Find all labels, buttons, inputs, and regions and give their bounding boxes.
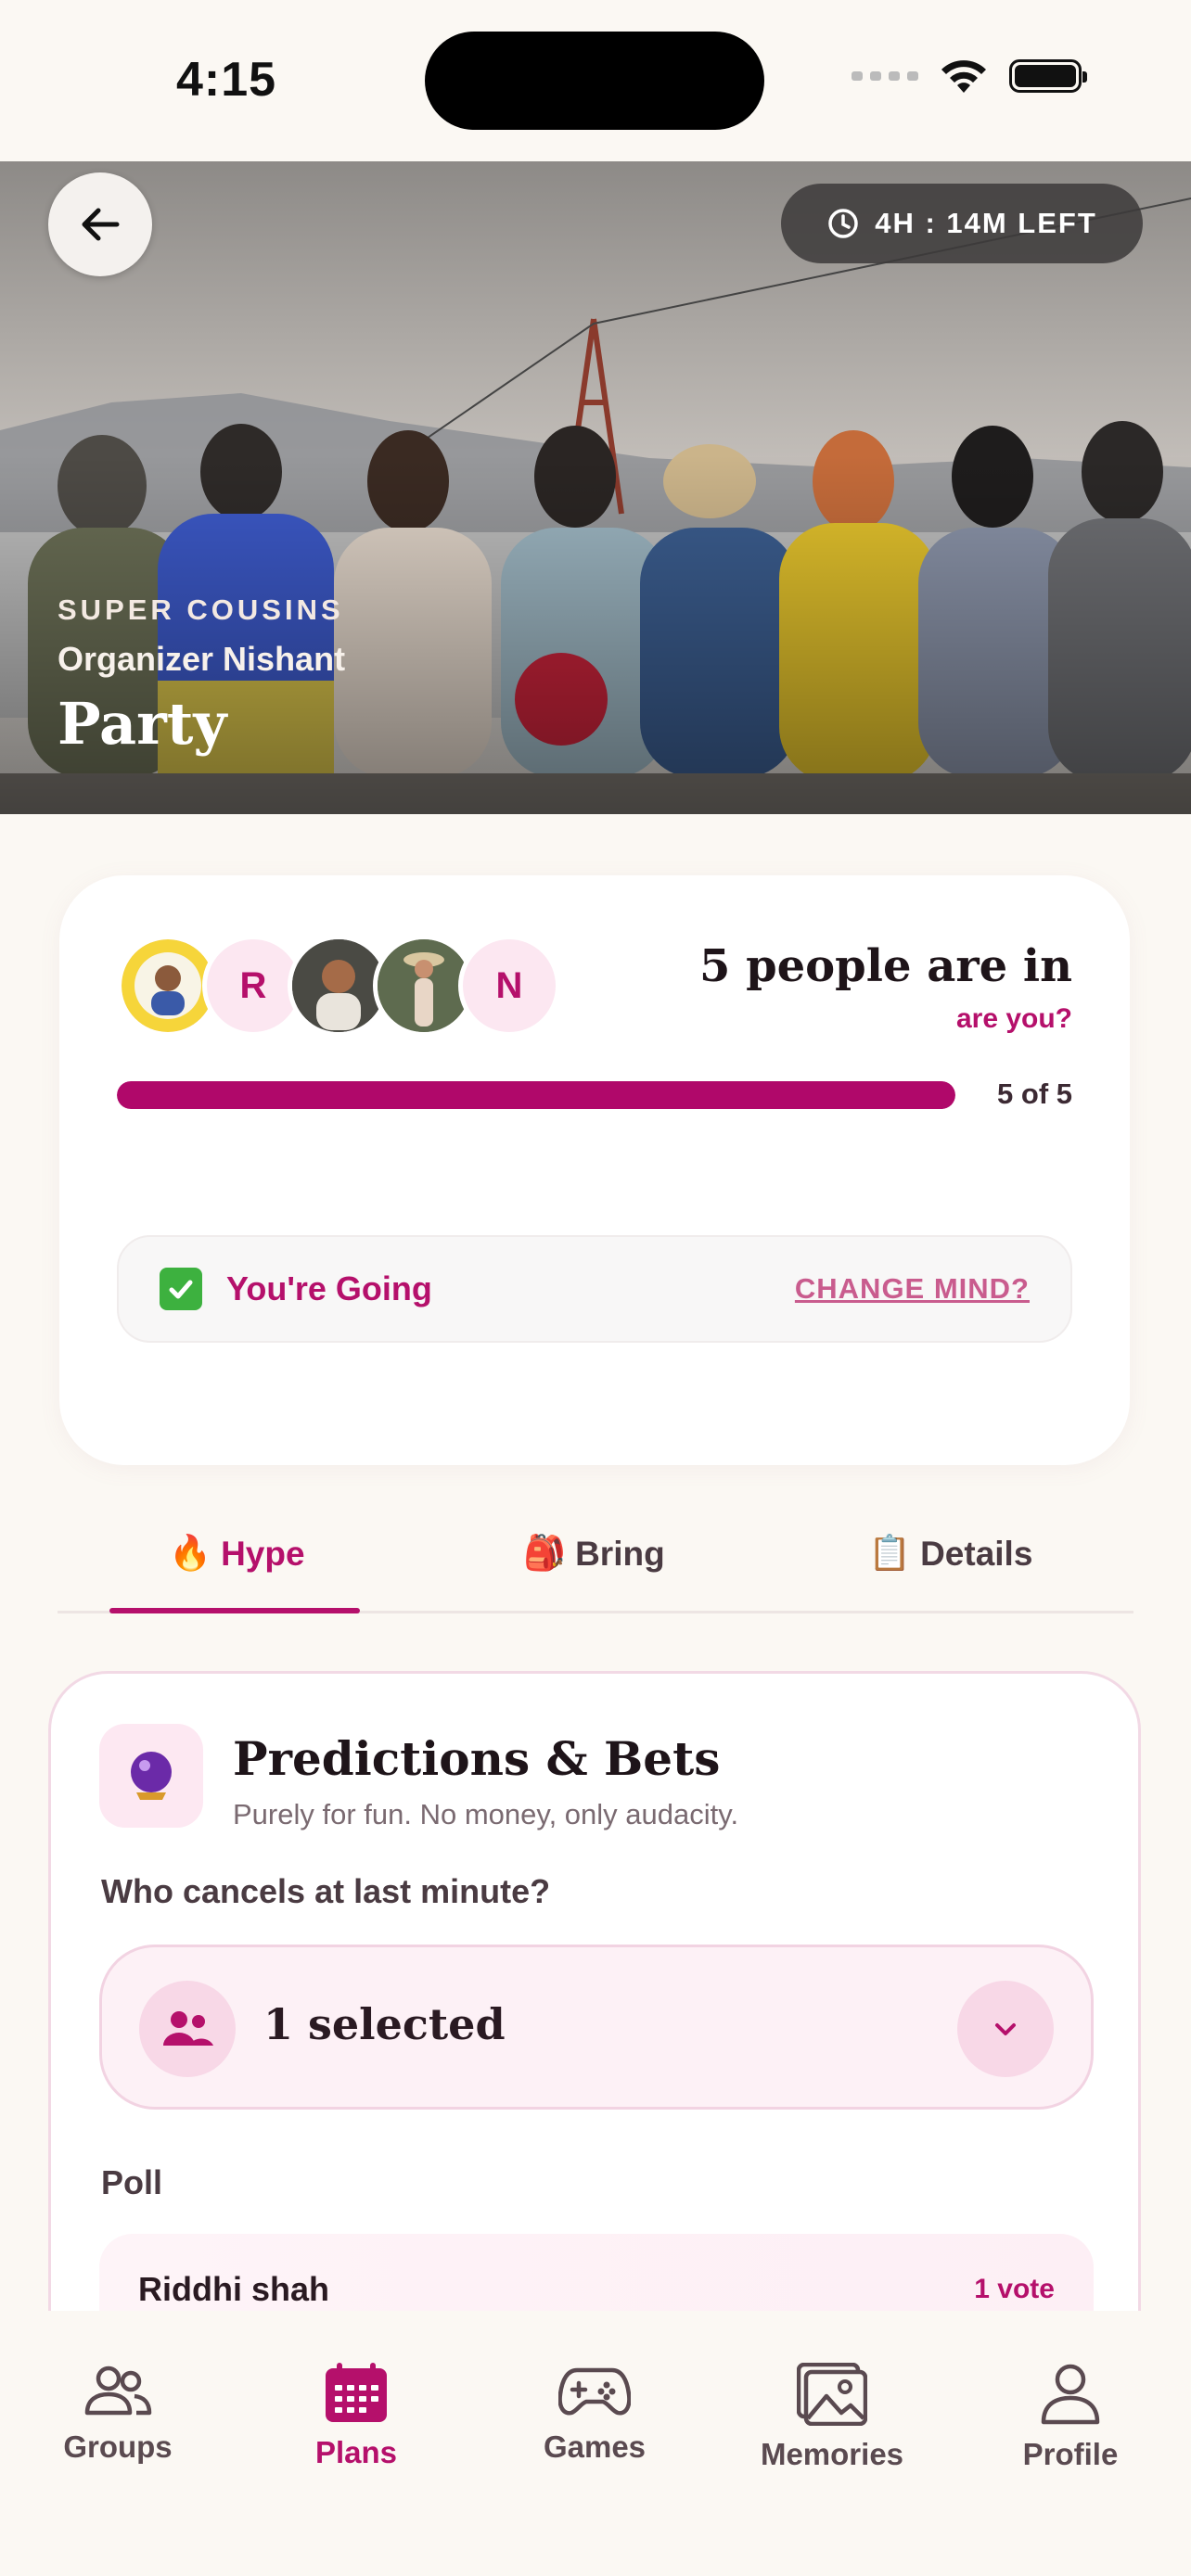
going-status: You're Going CHANGE MIND? [117, 1235, 1072, 1343]
hero-info: SUPER COUSINS Organizer Nishant Party [58, 593, 345, 758]
back-button[interactable] [48, 172, 152, 276]
status-bar: 4:15 [0, 0, 1191, 161]
group-name: SUPER COUSINS [58, 593, 344, 626]
prediction-question: Who cancels at last minute? [101, 1872, 551, 1910]
nav-label: Profile [1022, 2437, 1119, 2471]
arrow-left-icon [82, 208, 120, 241]
avatar-initial: R [239, 964, 267, 1006]
gamepad-icon [558, 2367, 631, 2416]
gallery-icon [797, 2363, 867, 2426]
tab-hype[interactable]: 🔥 Hype [169, 1534, 305, 1574]
check-icon [160, 1268, 202, 1310]
tab-label: Bring [575, 1534, 665, 1573]
nav-label: Plans [314, 2435, 398, 2469]
time-left-badge: 4H : 14M LEFT [781, 184, 1143, 263]
tab-label: Details [920, 1534, 1033, 1573]
avatar-photo [378, 939, 470, 1032]
dynamic-island [425, 32, 764, 130]
time-left-text: 4H : 14M LEFT [875, 207, 1097, 239]
clipboard-icon: 📋 [868, 1534, 912, 1572]
are-you-prompt: are you? [955, 1003, 1072, 1034]
people-icon [139, 1981, 236, 2077]
battery-icon [1009, 59, 1087, 93]
poll-label: Poll [101, 2163, 163, 2201]
going-text: You're Going [226, 1269, 432, 1307]
change-mind-link[interactable]: CHANGE MIND? [795, 1272, 1030, 1306]
plan-tabs: 🔥 Hype 🎒 Bring 📋 Details [58, 1511, 1133, 1613]
groups-icon [84, 2366, 152, 2416]
predictions-title: Predictions & Bets [233, 1731, 721, 1786]
nav-memories[interactable]: Memories [730, 2363, 934, 2472]
plan-title: Party [58, 690, 227, 758]
organizer-name: Organizer Nishant [58, 640, 346, 678]
avatar-initial: N [495, 964, 523, 1006]
profile-icon [1041, 2364, 1100, 2425]
poll-option-votes: 1 vote [974, 2274, 1055, 2304]
nav-label: Groups [63, 2429, 173, 2464]
crystal-ball-icon [99, 1724, 203, 1828]
fire-icon: 🔥 [169, 1534, 212, 1572]
calendar-icon [326, 2363, 387, 2422]
chevron-down-icon[interactable] [957, 1981, 1054, 2077]
poll-option-name: Riddhi shah [138, 2270, 329, 2308]
predictions-subtitle: Purely for fun. No money, only audacity. [233, 1798, 739, 1830]
people-count: 5 people are in [698, 940, 1072, 992]
progress-label: 5 of 5 [997, 1078, 1072, 1110]
avatar-photo [122, 939, 214, 1032]
status-time: 4:15 [176, 53, 277, 107]
bottom-nav: Groups Plans Games Memories Profile [0, 2311, 1191, 2576]
participation-card: R N 5 people are in are you? 5 of 5 You'… [59, 875, 1130, 1465]
selection-count: 1 selected [263, 1999, 506, 2049]
tab-details[interactable]: 📋 Details [868, 1534, 1032, 1574]
member-select-dropdown[interactable]: 1 selected [99, 1945, 1094, 2110]
active-tab-indicator [109, 1608, 360, 1613]
progress-fill [117, 1081, 955, 1109]
backpack-icon: 🎒 [523, 1534, 567, 1572]
nav-plans[interactable]: Plans [254, 2363, 458, 2470]
nav-groups[interactable]: Groups [16, 2363, 220, 2465]
avatar-stack[interactable]: R N [117, 935, 636, 1037]
status-icons [852, 57, 1087, 95]
nav-profile[interactable]: Profile [968, 2363, 1172, 2472]
clock-icon [828, 209, 858, 238]
tab-label: Hype [221, 1534, 305, 1573]
tab-bring[interactable]: 🎒 Bring [523, 1534, 665, 1574]
attendance-progress-bar [117, 1081, 955, 1109]
avatar-photo [292, 939, 385, 1032]
wifi-icon [941, 60, 986, 93]
nav-label: Games [543, 2429, 647, 2464]
nav-games[interactable]: Games [493, 2363, 697, 2465]
signal-icon [852, 71, 918, 81]
avatar: N [458, 935, 560, 1037]
nav-label: Memories [760, 2437, 904, 2471]
